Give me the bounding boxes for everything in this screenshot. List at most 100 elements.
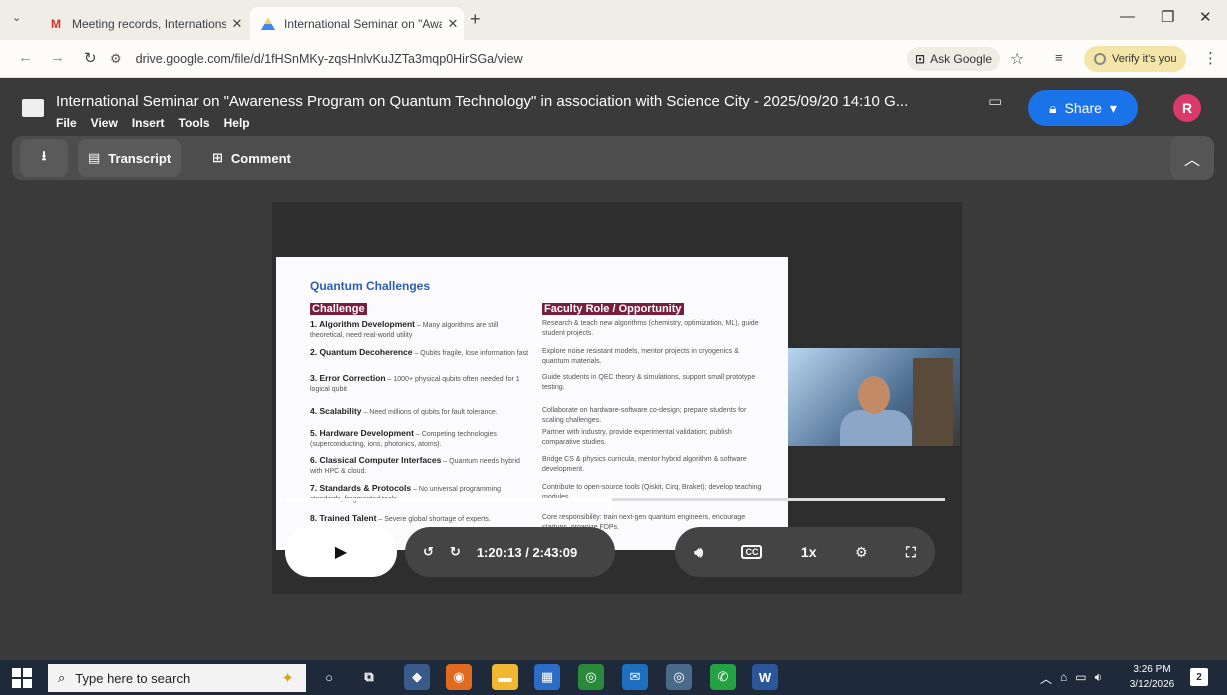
windows-start-icon[interactable] — [12, 668, 32, 688]
search-icon: ⌕ — [58, 670, 66, 685]
faculty-role: Partner with industry, provide experimen… — [542, 429, 732, 446]
comment-icon: ⊞ — [212, 150, 223, 165]
collapse-button[interactable]: ︿ — [1170, 136, 1214, 180]
copilot-sparkle-icon: ✦ — [281, 670, 294, 687]
speed-button[interactable]: 1x — [801, 544, 817, 560]
viewer-menu: File View Insert Tools Help — [56, 116, 250, 130]
folder-icon[interactable]: ▭ — [988, 92, 1002, 110]
fullscreen-icon[interactable]: ⛶ — [906, 544, 916, 561]
network-icon[interactable]: ⌂ — [1060, 670, 1067, 687]
whatsapp-icon[interactable]: ✆ — [710, 664, 736, 690]
url-text: drive.google.com/file/d/1fHSnMKy-zqsHnlv… — [135, 52, 523, 66]
time-display: 1:20:13 / 2:43:09 — [476, 544, 578, 560]
tab-title: Meeting records, Internations — [72, 16, 226, 31]
show-hidden-icons[interactable]: ︿ — [1040, 670, 1052, 687]
store-icon[interactable]: ▦ — [534, 664, 560, 690]
speaker-video — [788, 348, 960, 446]
mail-icon[interactable]: ✉ — [622, 664, 648, 690]
settings-gear-icon[interactable]: ⚙ — [855, 544, 868, 561]
challenge-name: 4. Scalability — [310, 406, 362, 416]
ask-google-button[interactable]: ⊡ Ask Google — [907, 47, 1001, 71]
slide-title: Quantum Challenges — [310, 279, 431, 293]
volume-icon[interactable]: 🔊︎ — [694, 544, 703, 561]
menu-help[interactable]: Help — [224, 116, 250, 130]
faculty-role: Guide students in QEC theory & simulatio… — [542, 374, 756, 391]
seek-bar[interactable] — [285, 498, 945, 501]
close-tab-icon[interactable]: ✕ — [226, 16, 248, 32]
menu-icon[interactable]: ⋮ — [1203, 49, 1218, 67]
clock-time: 3:26 PM — [1133, 664, 1171, 675]
reload-icon[interactable]: ↻ — [84, 49, 97, 67]
chevron-down-icon[interactable]: ▾ — [1110, 100, 1117, 117]
menu-view[interactable]: View — [91, 116, 118, 130]
firefox-icon[interactable]: ◉ — [446, 664, 472, 690]
faculty-role: Research & teach new algorithms (chemist… — [542, 320, 759, 337]
close-window-icon[interactable]: ✕ — [1199, 8, 1212, 26]
verify-button[interactable]: Verify it's you — [1084, 46, 1187, 72]
playback-controls: ↺ ↻ 1:20:13 / 2:43:09 — [405, 527, 615, 577]
challenge-desc: – Need millions of qubits for fault tole… — [363, 409, 498, 416]
browser-tab-strip: ⌄ M Meeting records, Internations ✕ Inte… — [0, 0, 1227, 40]
challenge-row: 3. Error Correction – 1000+ physical qub… — [310, 373, 532, 395]
forward-icon[interactable]: → — [50, 49, 65, 66]
faculty-role: Collaborate on hardware-software co-desi… — [542, 407, 747, 424]
chrome-icon[interactable]: ◎ — [578, 664, 604, 690]
avatar[interactable]: R — [1173, 94, 1201, 122]
transcript-icon: ▤ — [88, 150, 101, 165]
battery-icon[interactable]: ▭ — [1075, 670, 1086, 687]
comment-button[interactable]: ⊞ Comment — [202, 139, 301, 177]
share-label: Share — [1064, 100, 1102, 116]
comment-label: Comment — [230, 150, 291, 166]
transcript-button[interactable]: ▤ Transcript — [78, 139, 182, 177]
lens-icon: ⊡ — [915, 52, 926, 66]
task-view-icon[interactable]: ⧉ — [356, 664, 382, 690]
challenge-row: 6. Classical Computer Interfaces – Quant… — [310, 455, 532, 477]
challenge-name: 8. Trained Talent — [310, 513, 377, 523]
challenge-row: 4. Scalability – Need millions of qubits… — [310, 406, 532, 418]
rewind-10-icon[interactable]: ↺ — [423, 544, 434, 560]
player-settings-controls: 🔊︎ CC 1x ⚙ ⛶ — [675, 527, 935, 577]
share-button[interactable]: 🔒︎ Share ▾ — [1028, 90, 1138, 126]
cortana-icon[interactable]: ○ — [316, 664, 342, 690]
minimize-icon[interactable]: — — [1120, 8, 1135, 25]
site-info-icon[interactable]: ⚙ — [110, 51, 122, 67]
challenge-name: 5. Hardware Development — [310, 428, 414, 438]
download-icon: ⭳ — [41, 148, 47, 163]
taskbar-search[interactable]: ⌕ Type here to search ✦ — [48, 664, 306, 692]
play-button[interactable]: ▶ — [285, 527, 397, 577]
tab-gmail[interactable]: M Meeting records, Internations ✕ — [38, 7, 248, 40]
viewer-toolbar: ⭳ ▤ Transcript ⊞ Comment — [12, 136, 1214, 180]
download-button[interactable]: ⭳ — [20, 139, 68, 177]
challenge-row: 2. Quantum Decoherence – Qubits fragile,… — [310, 347, 532, 359]
menu-tools[interactable]: Tools — [179, 116, 210, 130]
address-bar-row: ← → ↻ ⚙ drive.google.com/file/d/1fHSnMKy… — [0, 40, 1227, 78]
new-tab-button[interactable]: + — [470, 9, 481, 30]
screen: ⌄ M Meeting records, Internations ✕ Inte… — [0, 0, 1227, 695]
restore-icon[interactable]: ❐ — [1161, 8, 1174, 26]
file-explorer-icon[interactable]: ▬ — [492, 664, 518, 690]
challenge-name: 2. Quantum Decoherence — [310, 347, 413, 357]
bookmark-star-icon[interactable]: ☆ — [1010, 49, 1024, 69]
reading-list-icon[interactable]: ≡ — [1055, 50, 1063, 65]
forward-10-icon[interactable]: ↻ — [450, 544, 461, 560]
captions-icon[interactable]: CC — [741, 545, 763, 559]
back-icon[interactable]: ← — [18, 49, 33, 66]
close-tab-icon[interactable]: ✕ — [442, 16, 464, 32]
tab-drive[interactable]: International Seminar on "Awa ✕ — [250, 7, 464, 40]
play-icon: ▶ — [334, 544, 348, 561]
taskbar-clock[interactable]: 3:26 PM 3/12/2026 — [1126, 662, 1178, 692]
speaker-icon[interactable]: 🔉︎ — [1095, 670, 1103, 687]
menu-insert[interactable]: Insert — [132, 116, 165, 130]
seek-handle[interactable] — [608, 491, 612, 511]
tab-search-icon[interactable]: ⌄ — [12, 11, 21, 24]
menu-file[interactable]: File — [56, 116, 77, 130]
url-field[interactable]: ⚙ drive.google.com/file/d/1fHSnMKy-zqsHn… — [110, 45, 900, 73]
challenge-row: 1. Algorithm Development – Many algorith… — [310, 319, 532, 341]
chrome-active-icon[interactable]: ◎ — [666, 664, 692, 690]
challenge-name: 6. Classical Computer Interfaces — [310, 455, 442, 465]
copilot-icon[interactable]: ◆ — [404, 664, 430, 690]
notification-icon[interactable]: 2 — [1190, 668, 1208, 686]
system-tray: ︿ ⌂ ▭ 🔉︎ — [1040, 670, 1102, 687]
chevron-up-icon: ︿ — [1183, 152, 1200, 169]
word-icon[interactable]: W — [752, 664, 778, 690]
